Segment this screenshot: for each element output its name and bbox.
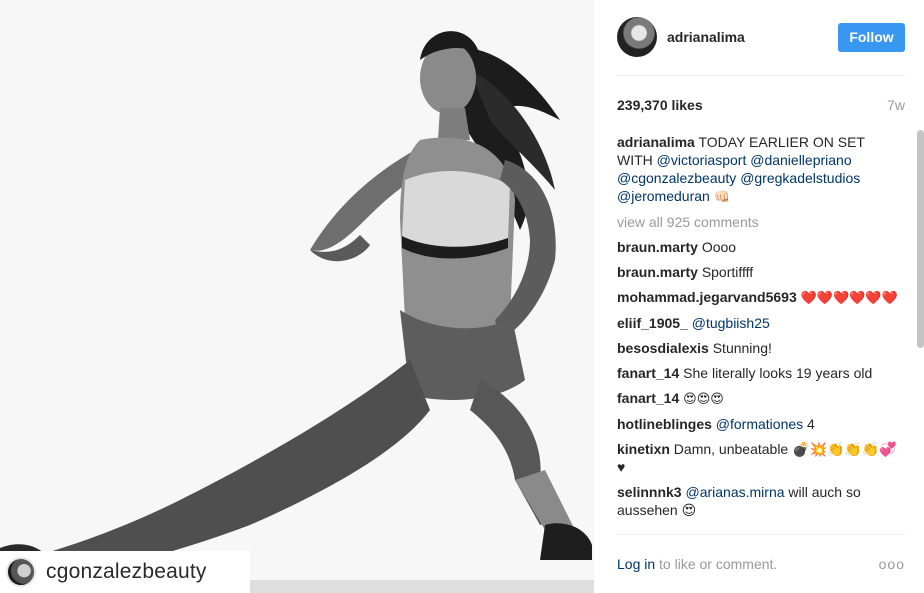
- comment-text: Oooo: [701, 239, 737, 255]
- post-footer: Log in to like or comment. ooo: [617, 554, 905, 574]
- caption-mention[interactable]: @jeromeduran: [617, 188, 710, 204]
- comment: eliif_1905_ @tugbiish25: [617, 314, 899, 332]
- comment-username[interactable]: mohammad.jegarvand5693: [617, 289, 797, 305]
- post-details-panel: adrianalima Follow 239,370 likes 7w adri…: [594, 0, 924, 593]
- login-link[interactable]: Log in: [617, 556, 655, 572]
- comment: braun.marty Oooo: [617, 238, 899, 256]
- more-options-icon[interactable]: ooo: [879, 556, 905, 572]
- comment-mention[interactable]: @arianas.mirna: [685, 484, 784, 500]
- comment-text: Sportiffff: [701, 264, 754, 280]
- comment-username[interactable]: selinnnk3: [617, 484, 682, 500]
- author-avatar[interactable]: [617, 17, 657, 57]
- watermark-username: cgonzalezbeauty: [46, 560, 207, 583]
- repost-watermark: cgonzalezbeauty: [0, 551, 250, 593]
- comment-text: She literally looks 19 years old: [683, 365, 873, 381]
- comment-username[interactable]: braun.marty: [617, 264, 698, 280]
- footer-divider: [617, 534, 905, 535]
- caption-mention[interactable]: @daniellepriano: [750, 152, 851, 168]
- comment-mention[interactable]: @formationes: [716, 416, 803, 432]
- comment-username[interactable]: fanart_14: [617, 365, 679, 381]
- post-photo[interactable]: cgonzalezbeauty: [0, 0, 594, 593]
- comment: fanart_14 She literally looks 19 years o…: [617, 364, 899, 382]
- fist-emoji: 👊🏻: [713, 189, 730, 204]
- login-prompt-text: to like or comment.: [655, 556, 778, 572]
- caption-username[interactable]: adrianalima: [617, 134, 695, 150]
- author-username[interactable]: adrianalima: [667, 29, 828, 45]
- comment: hotlineblinges @formationes 4: [617, 415, 899, 433]
- comment-username[interactable]: kinetixn: [617, 441, 670, 457]
- post-header: adrianalima Follow: [617, 16, 905, 58]
- caption-mention[interactable]: @cgonzalezbeauty: [617, 170, 736, 186]
- view-all-comments-link[interactable]: view all 925 comments: [617, 213, 899, 231]
- watermark-avatar: [6, 557, 36, 587]
- header-divider: [617, 75, 905, 76]
- comment-mention[interactable]: @tugbiish25: [692, 315, 770, 331]
- likes-count[interactable]: 239,370 likes: [617, 97, 703, 113]
- comment-username[interactable]: besosdialexis: [617, 340, 709, 356]
- login-prompt: Log in to like or comment.: [617, 556, 777, 572]
- comment: besosdialexis Stunning!: [617, 339, 899, 357]
- comment-username[interactable]: braun.marty: [617, 239, 698, 255]
- comment: kinetixn Damn, unbeatable 💣💥👏👏👏💞♥: [617, 440, 899, 476]
- comment-username[interactable]: eliif_1905_: [617, 315, 688, 331]
- comment: fanart_14 😍😍😍: [617, 389, 899, 408]
- post-stats: 239,370 likes 7w: [617, 95, 905, 115]
- follow-button[interactable]: Follow: [838, 22, 905, 52]
- comment: braun.marty Sportiffff: [617, 263, 899, 281]
- athlete-photo-illustration: [0, 0, 594, 593]
- comments-scrollbar[interactable]: [917, 130, 924, 348]
- caption-mention[interactable]: @gregkadelstudios: [740, 170, 860, 186]
- comment-text: 4: [803, 416, 815, 432]
- comments-list[interactable]: adrianalima TODAY EARLIER ON SET WITH @v…: [617, 133, 899, 533]
- comment: selinnnk3 @arianas.mirna will auch so au…: [617, 483, 899, 519]
- comment-text: ❤️❤️❤️❤️❤️❤️: [800, 290, 898, 305]
- comment: mohammad.jegarvand5693 ❤️❤️❤️❤️❤️❤️: [617, 288, 899, 307]
- comment-username[interactable]: hotlineblinges: [617, 416, 712, 432]
- caption: adrianalima TODAY EARLIER ON SET WITH @v…: [617, 133, 899, 206]
- comment-text: Stunning!: [712, 340, 772, 356]
- comment-text: 😍😍😍: [683, 391, 724, 406]
- post-age[interactable]: 7w: [887, 97, 905, 113]
- comment-username[interactable]: fanart_14: [617, 390, 679, 406]
- caption-mention[interactable]: @victoriasport: [657, 152, 747, 168]
